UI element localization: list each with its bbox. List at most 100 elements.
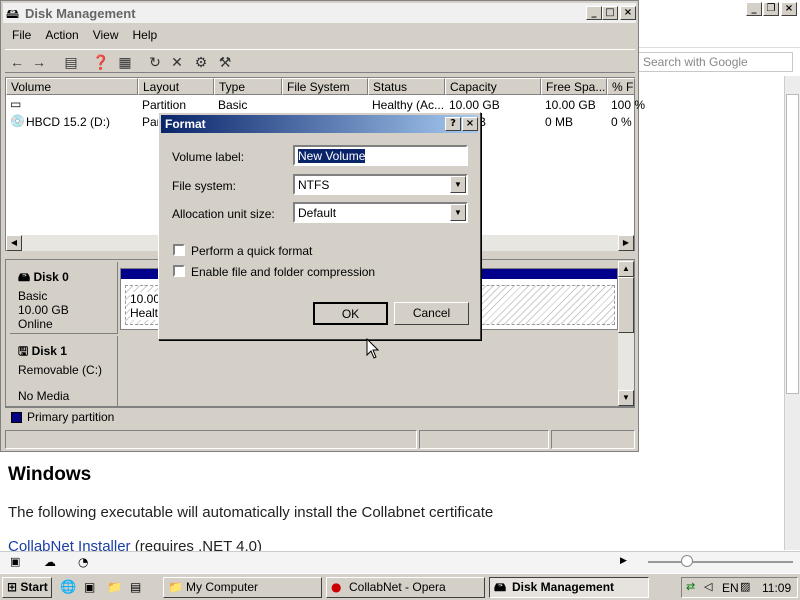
legend-label: Primary partition xyxy=(27,410,115,424)
menu-view[interactable]: View xyxy=(86,26,126,44)
cloud-icon[interactable]: ☁ xyxy=(44,555,56,569)
opera-close-button[interactable]: × xyxy=(781,2,797,16)
opera-titlebar: _ ❐ × xyxy=(638,0,800,22)
file-system-select[interactable]: NTFS ▼ xyxy=(293,174,468,195)
disk-pane-vertical-scrollbar[interactable]: ▲ ▼ xyxy=(618,261,634,406)
explorer-icon[interactable]: 📁 xyxy=(107,580,122,594)
start-button[interactable]: ⊞ Start xyxy=(2,577,52,598)
network-icon[interactable]: ⇄ xyxy=(686,580,695,593)
disk-0-size: 10.00 GB xyxy=(18,303,69,317)
page-paragraph: The following executable will automatica… xyxy=(8,504,494,521)
volume-icon[interactable]: ◁ xyxy=(704,580,712,593)
row-pct: 100 % xyxy=(611,98,646,112)
dialog-close-button[interactable]: × xyxy=(462,117,478,131)
back-arrow-icon[interactable]: ← xyxy=(7,52,27,72)
menu-file[interactable]: File xyxy=(5,26,38,44)
delete-icon[interactable]: ✕ xyxy=(167,52,187,72)
language-bar-icon[interactable]: ▨ xyxy=(740,580,750,593)
menu-action[interactable]: Action xyxy=(38,26,85,44)
table-row[interactable]: ▭ Partition Basic Healthy (Ac... 10.00 G… xyxy=(6,96,645,113)
col-capacity[interactable]: Capacity xyxy=(445,78,541,95)
maximize-button[interactable]: □ xyxy=(602,6,618,20)
disk-management-titlebar: 🖴 Disk Management _ □ × xyxy=(3,3,636,23)
internet-explorer-icon[interactable]: 🌐 xyxy=(60,580,76,595)
opera-restore-button[interactable]: ❐ xyxy=(763,2,779,16)
dialog-help-button[interactable]: ? xyxy=(445,117,461,131)
col-volume[interactable]: Volume xyxy=(6,78,138,95)
quick-format-label[interactable]: Perform a quick format xyxy=(191,244,312,258)
disk-1-type: Removable (C:) xyxy=(18,363,103,377)
task-disk-management[interactable]: 🖴 Disk Management xyxy=(489,577,649,598)
col-type[interactable]: Type xyxy=(214,78,282,95)
disk-management-app-icon: 🖴 xyxy=(6,7,20,22)
scroll-down-arrow[interactable]: ▼ xyxy=(618,390,634,406)
legend-swatch xyxy=(11,412,22,423)
task-my-computer[interactable]: 📁 My Computer xyxy=(163,577,322,598)
dropdown-arrow-icon[interactable]: ▼ xyxy=(450,204,466,221)
col-file-system[interactable]: File System xyxy=(282,78,368,95)
opera-vertical-scrollbar[interactable] xyxy=(784,76,800,550)
partition-size: 10.00 xyxy=(130,292,161,306)
file-system-value: NTFS xyxy=(298,178,330,192)
toolbar: ← → ▤ ❓ ▦ ↻ ✕ ⚙ ⚒ xyxy=(5,49,635,73)
properties-icon[interactable]: ▦ xyxy=(115,52,135,72)
compression-label[interactable]: Enable file and folder compression xyxy=(191,265,375,279)
dropdown-arrow-icon[interactable]: ▼ xyxy=(450,176,466,193)
forward-arrow-icon[interactable]: → xyxy=(29,52,49,72)
zoom-slider-handle[interactable] xyxy=(681,555,693,567)
scroll-right-arrow[interactable]: ▶ xyxy=(618,235,634,251)
scroll-thumb[interactable] xyxy=(618,277,634,333)
show-desktop-icon[interactable]: ▤ xyxy=(130,580,141,594)
volume-label-label: Volume label: xyxy=(172,150,245,164)
dialog-title: Format xyxy=(165,117,206,131)
col-status[interactable]: Status xyxy=(368,78,445,95)
windows-logo-icon: ⊞ xyxy=(7,580,18,594)
col-percent-free[interactable]: % Fr xyxy=(607,78,635,95)
speed-dial-icon[interactable]: ◔ xyxy=(78,555,88,569)
row-free: 10.00 GB xyxy=(545,98,596,112)
col-layout[interactable]: Layout xyxy=(138,78,214,95)
command-prompt-icon[interactable]: ▣ xyxy=(84,580,95,594)
task-opera[interactable]: ● CollabNet - Opera xyxy=(326,577,485,598)
clock[interactable]: 11:09 xyxy=(762,581,791,595)
opera-minimize-button[interactable]: _ xyxy=(746,2,762,16)
menu-help[interactable]: Help xyxy=(126,26,165,44)
ok-button[interactable]: OK xyxy=(313,302,388,325)
settings-icon[interactable]: ⚒ xyxy=(215,52,235,72)
rescan-disks-icon[interactable]: ⚙ xyxy=(191,52,211,72)
zoom-slider[interactable] xyxy=(648,561,793,563)
status-segment xyxy=(551,430,635,449)
allocation-unit-select[interactable]: Default ▼ xyxy=(293,202,468,223)
minimize-button[interactable]: _ xyxy=(586,6,602,20)
row-layout: Partition xyxy=(142,98,187,112)
system-tray: ⇄ ◁ EN ▨ 11:09 xyxy=(681,577,798,598)
opera-search-field[interactable]: Search with Google xyxy=(638,52,793,72)
col-free-space[interactable]: Free Spa... xyxy=(541,78,607,95)
scroll-left-arrow[interactable]: ◀ xyxy=(6,235,22,251)
help-icon[interactable]: ❓ xyxy=(91,52,111,72)
cancel-button[interactable]: Cancel xyxy=(394,302,469,325)
volume-label-value: New Volume xyxy=(298,149,366,163)
refresh-icon[interactable]: ↻ xyxy=(145,52,165,72)
disk-0-name: 🖴 Disk 0 xyxy=(18,268,109,289)
compression-checkbox[interactable] xyxy=(173,265,185,277)
console-tree-icon[interactable]: ▤ xyxy=(61,52,81,72)
row-free: 0 MB xyxy=(545,115,574,129)
disk-0-label[interactable]: 🖴 Disk 0 Basic 10.00 GB Online xyxy=(10,262,118,334)
volume-label-input[interactable]: New Volume xyxy=(293,145,468,166)
panel-toggle-icon[interactable]: ▣ xyxy=(10,555,20,568)
mouse-cursor xyxy=(366,338,380,359)
scroll-up-arrow[interactable]: ▲ xyxy=(618,261,634,277)
disk-1-label[interactable]: 🖫 Disk 1 Removable (C:) No Media xyxy=(10,336,118,406)
close-button[interactable]: × xyxy=(620,6,636,20)
language-indicator[interactable]: EN xyxy=(722,581,739,595)
quick-format-checkbox[interactable] xyxy=(173,244,185,256)
opera-toolbar xyxy=(638,22,800,48)
page-heading: Windows xyxy=(8,464,92,485)
taskbar: ⊞ Start 🌐 ▣ 📁 ▤ 📁 My Computer ● CollabNet … xyxy=(0,573,800,600)
scrollbar-thumb[interactable] xyxy=(786,94,799,394)
row-type: Basic xyxy=(218,98,248,112)
page-arrow-icon[interactable]: ▶ xyxy=(620,556,627,566)
row-volume: HBCD 15.2 (D:) xyxy=(26,115,111,129)
cd-drive-icon: 💿 xyxy=(10,114,25,128)
